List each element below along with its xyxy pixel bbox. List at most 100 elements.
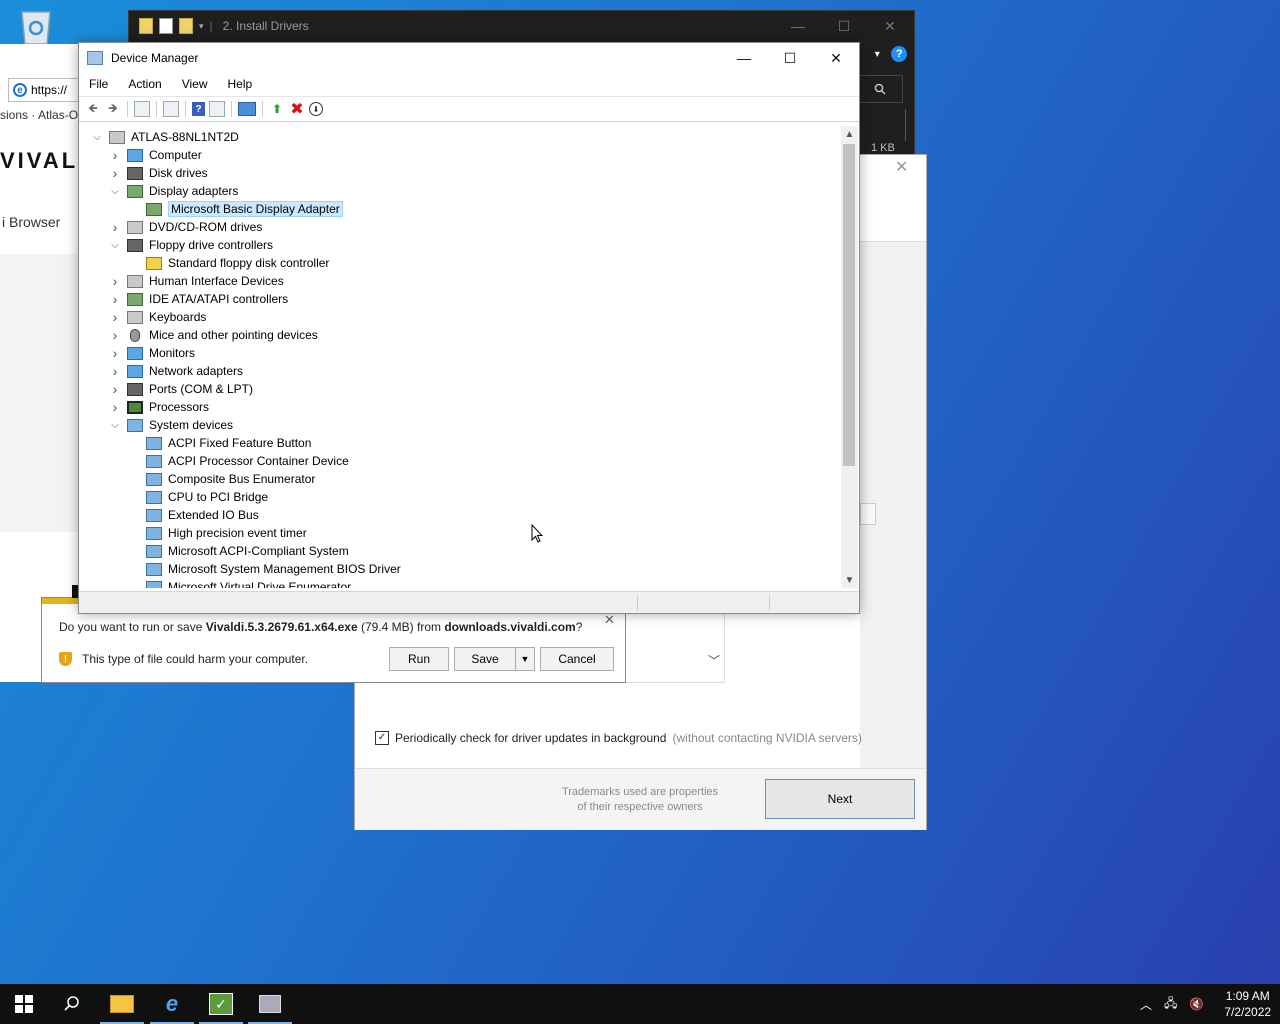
- maximize-icon[interactable]: ☐: [821, 11, 867, 41]
- tree-item[interactable]: › Network adapters: [109, 362, 243, 380]
- clock[interactable]: 1:09 AM 7/2/2022: [1224, 988, 1271, 1020]
- forward-arrow-icon[interactable]: 🡺: [105, 101, 121, 117]
- installer-input-edge[interactable]: [860, 503, 876, 525]
- chevron-down-icon[interactable]: ﹀: [708, 652, 720, 669]
- tree-item[interactable]: › Monitors: [109, 344, 195, 362]
- back-arrow-icon[interactable]: 🡸: [85, 101, 101, 117]
- chevron-right-icon[interactable]: ›: [109, 219, 121, 235]
- recycle-bin-icon[interactable]: [14, 6, 58, 46]
- scroll-up-icon[interactable]: ▲: [841, 126, 858, 142]
- show-hide-console-tree-icon[interactable]: [134, 101, 150, 117]
- tree-item[interactable]: › Disk drives: [109, 164, 208, 182]
- minimize-icon[interactable]: —: [721, 43, 767, 73]
- chevron-down-icon: ▼: [520, 654, 530, 664]
- tree-item[interactable]: Microsoft Basic Display Adapter: [128, 200, 343, 218]
- save-button[interactable]: Save: [454, 647, 516, 671]
- uninstall-device-icon[interactable]: ✖: [289, 101, 305, 118]
- start-button[interactable]: [0, 984, 48, 1024]
- processor-icon: [127, 400, 143, 414]
- run-button[interactable]: Run: [389, 647, 449, 671]
- tree-item[interactable]: › DVD/CD-ROM drives: [109, 218, 263, 236]
- update-driver-icon[interactable]: ⬆: [269, 101, 285, 117]
- scroll-thumb[interactable]: [843, 144, 855, 466]
- chevron-right-icon[interactable]: ›: [109, 363, 121, 379]
- tree-item[interactable]: ⌵ ATLAS-88NL1NT2D: [91, 128, 239, 146]
- tree-item[interactable]: ACPI Processor Container Device: [128, 452, 349, 470]
- tree-item[interactable]: High precision event timer: [128, 524, 307, 542]
- titlebar-divider: |: [209, 19, 213, 33]
- close-icon[interactable]: ✕: [604, 612, 615, 628]
- chevron-down-icon[interactable]: ⌵: [109, 239, 121, 251]
- close-icon[interactable]: ✕: [813, 43, 859, 73]
- display-adapter-icon: [146, 202, 162, 216]
- tree-item[interactable]: ⌵ Floppy drive controllers: [109, 236, 273, 254]
- ie-icon: e: [165, 991, 179, 1016]
- chevron-right-icon[interactable]: ›: [109, 327, 121, 343]
- tree-item[interactable]: › Computer: [109, 146, 202, 164]
- chevron-right-icon[interactable]: ›: [109, 165, 121, 181]
- menu-file[interactable]: File: [79, 77, 118, 91]
- minimize-icon[interactable]: —: [775, 11, 821, 41]
- address-bar[interactable]: e https://: [8, 78, 89, 102]
- show-action-pane-icon[interactable]: [209, 101, 225, 117]
- menu-action[interactable]: Action: [118, 77, 171, 91]
- chevron-right-icon[interactable]: ›: [109, 345, 121, 361]
- search-button[interactable]: [48, 984, 96, 1024]
- properties-icon[interactable]: [163, 101, 179, 117]
- breadcrumb[interactable]: sions · Atlas-O: [0, 108, 78, 122]
- chevron-right-icon[interactable]: ›: [109, 291, 121, 307]
- tree-item[interactable]: Extended IO Bus: [128, 506, 259, 524]
- taskbar-internet-explorer[interactable]: e: [148, 984, 196, 1024]
- checkbox-checked-icon[interactable]: ✓: [375, 731, 389, 745]
- next-button[interactable]: Next: [765, 779, 915, 819]
- chevron-right-icon[interactable]: ›: [109, 399, 121, 415]
- taskbar-file-explorer[interactable]: [98, 984, 146, 1024]
- tree-item[interactable]: › Processors: [109, 398, 209, 416]
- chevron-down-icon[interactable]: ▾: [199, 21, 204, 32]
- chevron-right-icon[interactable]: ›: [109, 309, 121, 325]
- taskbar-installer[interactable]: ✓: [197, 984, 245, 1024]
- menu-view[interactable]: View: [172, 77, 218, 91]
- properties-icon[interactable]: [159, 18, 173, 34]
- help-icon[interactable]: ?: [192, 102, 205, 116]
- tree-item[interactable]: Microsoft System Management BIOS Driver: [128, 560, 401, 578]
- disable-device-icon[interactable]: ⬇: [309, 102, 323, 116]
- close-icon[interactable]: ✕: [867, 11, 913, 41]
- tree-item[interactable]: › IDE ATA/ATAPI controllers: [109, 290, 289, 308]
- volume-muted-icon[interactable]: 🔇: [1189, 997, 1204, 1011]
- search-button[interactable]: [857, 75, 903, 103]
- chevron-down-icon[interactable]: ⌵: [91, 131, 103, 143]
- tree-item[interactable]: › Keyboards: [109, 308, 207, 326]
- cancel-button[interactable]: Cancel: [540, 647, 614, 671]
- maximize-icon[interactable]: ☐: [767, 43, 813, 73]
- tree-item[interactable]: Standard floppy disk controller: [128, 254, 329, 272]
- tree-item[interactable]: ACPI Fixed Feature Button: [128, 434, 311, 452]
- chevron-right-icon[interactable]: ›: [109, 273, 121, 289]
- network-icon[interactable]: 🖧: [1164, 994, 1177, 1015]
- chevron-down-icon[interactable]: ▾: [875, 49, 880, 60]
- chevron-up-icon[interactable]: ︿: [1140, 996, 1152, 1013]
- new-folder-icon[interactable]: [179, 18, 193, 34]
- save-options-button[interactable]: ▼: [515, 647, 535, 671]
- taskbar-device-manager[interactable]: [246, 984, 294, 1024]
- help-icon[interactable]: ?: [891, 46, 908, 62]
- tree-item[interactable]: › Mice and other pointing devices: [109, 326, 318, 344]
- tree-item[interactable]: Composite Bus Enumerator: [128, 470, 315, 488]
- tree-item[interactable]: Microsoft Virtual Drive Enumerator: [128, 578, 351, 588]
- close-icon[interactable]: ✕: [895, 157, 908, 177]
- tree-item[interactable]: ⌵ System devices: [109, 416, 233, 434]
- scroll-down-icon[interactable]: ▼: [841, 572, 858, 588]
- scan-hardware-icon[interactable]: [238, 102, 256, 116]
- tree-item[interactable]: › Human Interface Devices: [109, 272, 284, 290]
- chevron-down-icon[interactable]: ⌵: [109, 185, 121, 197]
- chevron-right-icon[interactable]: ›: [109, 381, 121, 397]
- vertical-scrollbar[interactable]: ▲ ▼: [841, 126, 858, 588]
- tree-item[interactable]: ⌵ Display adapters: [109, 182, 238, 200]
- tree-item[interactable]: › Ports (COM & LPT): [109, 380, 253, 398]
- chevron-down-icon[interactable]: ⌵: [109, 419, 121, 431]
- update-check-option[interactable]: ✓ Periodically check for driver updates …: [375, 731, 862, 745]
- chevron-right-icon[interactable]: ›: [109, 147, 121, 163]
- tree-item[interactable]: CPU to PCI Bridge: [128, 488, 268, 506]
- tree-item[interactable]: Microsoft ACPI-Compliant System: [128, 542, 349, 560]
- menu-help[interactable]: Help: [218, 77, 263, 91]
